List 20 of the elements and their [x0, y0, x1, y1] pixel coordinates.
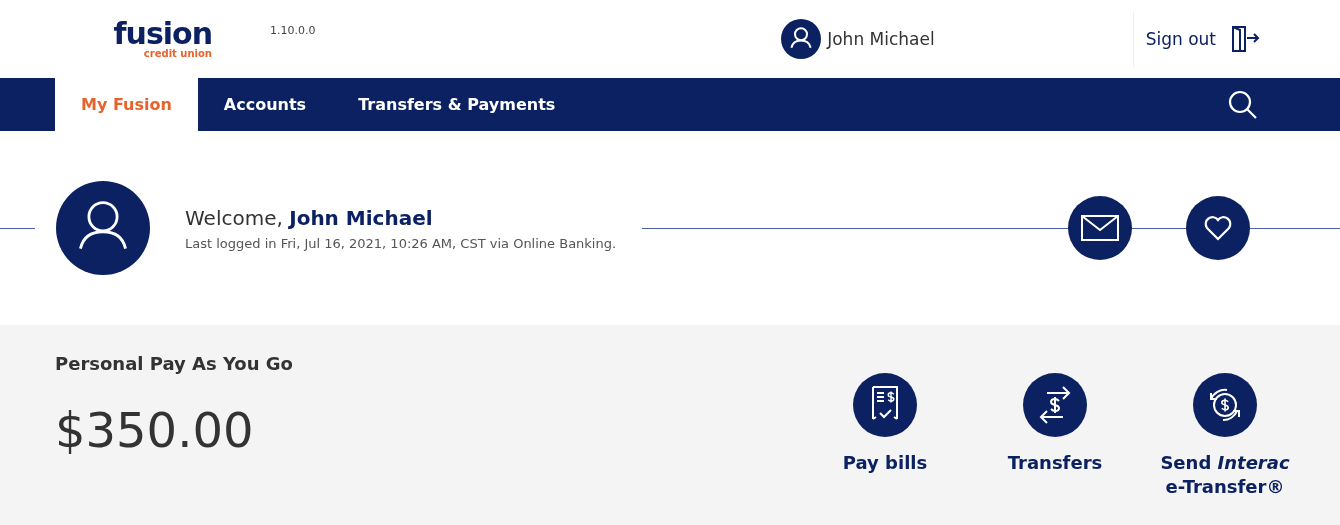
user-name[interactable]: John Michael — [827, 29, 935, 49]
nav-tab[interactable]: Transfers & Payments — [332, 78, 582, 131]
account-balance: $350.00 — [55, 402, 255, 458]
welcome-text: Welcome, John Michael — [185, 205, 434, 230]
avatar-icon[interactable] — [781, 19, 822, 59]
nav-tab[interactable]: Accounts — [197, 78, 333, 131]
logo-name: fusion — [113, 19, 212, 48]
logo-tagline: credit union — [143, 47, 212, 59]
sign-out-icon[interactable] — [1230, 25, 1260, 53]
last-login-text: Last logged in Fri, Jul 16, 2021, 10:26 AM, CST via Online Banking. — [185, 235, 617, 251]
envelope-icon — [1081, 215, 1119, 241]
account-name[interactable]: Personal Pay As You Go — [55, 353, 293, 374]
action-link[interactable]: Send Interac e-Transfer® — [1150, 451, 1300, 499]
action-link[interactable]: Pay bills — [842, 451, 928, 475]
action-link[interactable]: Transfers — [1007, 451, 1103, 475]
version-label: 1.10.0.0 — [270, 24, 316, 37]
sign-out-link[interactable]: Sign out — [1145, 29, 1216, 49]
search-icon[interactable] — [1228, 89, 1258, 120]
profile-avatar-icon — [56, 181, 150, 275]
heart-icon — [1204, 215, 1232, 241]
